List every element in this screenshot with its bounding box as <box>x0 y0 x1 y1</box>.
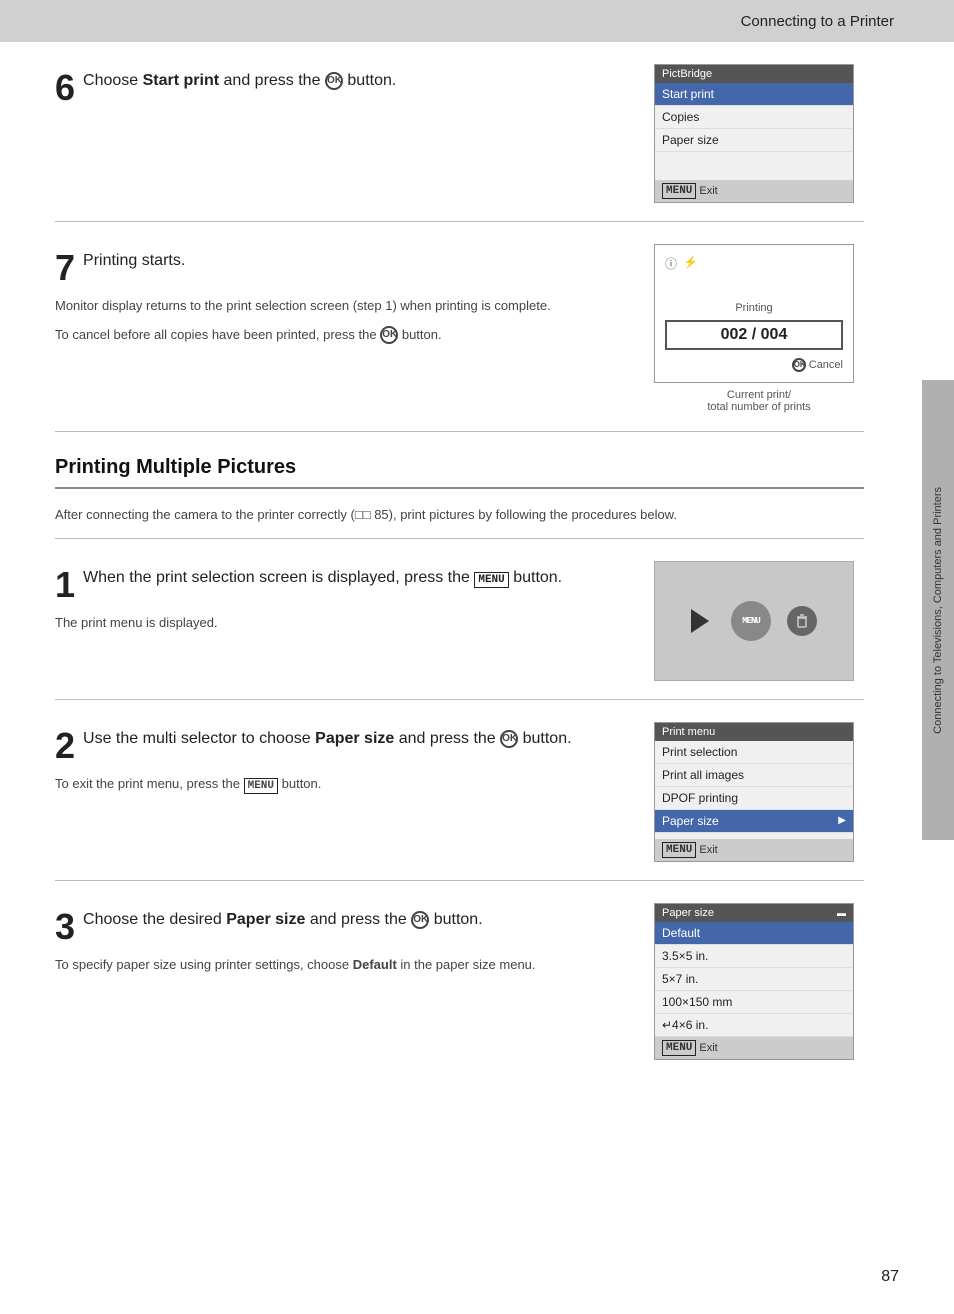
menu-icon-2: MENU <box>662 842 696 858</box>
step-1-number: 1 <box>55 567 75 603</box>
step-6-section: 6 Choose Start print and press the OK bu… <box>55 42 864 222</box>
step-2-number: 2 <box>55 728 75 764</box>
step-3-title: 3 Choose the desired Paper size and pres… <box>55 903 634 945</box>
step-3-left: 3 Choose the desired Paper size and pres… <box>55 903 634 976</box>
ok-icon-step2: OK <box>500 730 518 748</box>
step-1-section: 1 When the print selection screen is dis… <box>55 539 864 700</box>
arrow-icon <box>691 609 709 633</box>
screen-item-paper-size-6: Paper size <box>655 129 853 152</box>
screen-footer-6: MENU Exit <box>655 180 853 202</box>
ok-button-icon: OK <box>325 72 343 90</box>
print-progress-screen: ⓘ ⚡ Printing 002 / 004 OK Cancel <box>654 244 854 383</box>
step-6-title-post: and press the <box>219 72 320 89</box>
trash-icon <box>794 613 810 629</box>
screen-item-print-selection: Print selection <box>655 741 853 764</box>
step-3-right: Paper size ▬ Default 3.5×5 in. 5×7 in. 1… <box>654 903 864 1060</box>
step-7-title: 7 Printing starts. <box>55 244 634 286</box>
step-7-body2: To cancel before all copies have been pr… <box>55 325 634 346</box>
section-heading: Printing Multiple Pictures <box>55 432 864 489</box>
step-6-title-bold: Start print <box>143 72 219 89</box>
section-intro-text: After connecting the camera to the print… <box>55 507 355 522</box>
side-tab: Connecting to Televisions, Computers and… <box>922 380 954 840</box>
menu-text-step1: MENU <box>474 572 508 588</box>
trash-button <box>787 606 817 636</box>
step-2-body: To exit the print menu, press the MENU b… <box>55 774 634 796</box>
step-3-section: 3 Choose the desired Paper size and pres… <box>55 881 864 1078</box>
mini-icon: ▬ <box>837 908 846 918</box>
step-7-number: 7 <box>55 250 75 286</box>
step-2-section: 2 Use the multi selector to choose Paper… <box>55 700 864 881</box>
paper-size-title: Paper size ▬ <box>655 904 853 922</box>
step-6-title: 6 Choose Start print and press the OK bu… <box>55 64 634 106</box>
menu-button: MENU <box>731 601 771 641</box>
print-menu-screen: Print menu Print selection Print all ima… <box>654 722 854 862</box>
step-3-number: 3 <box>55 909 75 945</box>
side-tab-text: Connecting to Televisions, Computers and… <box>932 487 944 734</box>
print-progress-top: ⓘ ⚡ <box>665 255 843 272</box>
print-menu-title: Print menu <box>655 723 853 741</box>
step-6-title-suffix: button. <box>347 72 396 89</box>
screen-item-4x6: ↵4×6 in. <box>655 1014 853 1037</box>
step-6-number: 6 <box>55 70 75 106</box>
step-6-title-pre: Choose <box>83 72 143 89</box>
section-intro: After connecting the camera to the print… <box>55 497 864 539</box>
camera-image-step1: MENU <box>654 561 854 681</box>
page-number: 87 <box>881 1268 899 1286</box>
step-2-left: 2 Use the multi selector to choose Paper… <box>55 722 634 796</box>
screen-footer-2: MENU Exit <box>655 839 853 861</box>
screen-item-copies: Copies <box>655 106 853 129</box>
print-caption: Current print/ total number of prints <box>654 389 864 413</box>
step-1-title-pre: When the print selection screen is displ… <box>83 569 474 586</box>
step-1-title-post: button. <box>509 569 562 586</box>
main-content: 6 Choose Start print and press the OK bu… <box>0 42 954 1138</box>
screen-item-print-all: Print all images <box>655 764 853 787</box>
arrow-right-icon: ▶ <box>838 815 846 826</box>
screen-item-100x150: 100×150 mm <box>655 991 853 1014</box>
step-7-body1: Monitor display returns to the print sel… <box>55 296 634 346</box>
step-2-right: Print menu Print selection Print all ima… <box>654 722 864 862</box>
menu-icon-3: MENU <box>662 1040 696 1056</box>
print-cancel: OK Cancel <box>665 358 843 372</box>
header-bar: Connecting to a Printer <box>0 0 954 42</box>
ok-icon-small: OK <box>792 358 806 372</box>
menu-icon-6: MENU <box>662 183 696 199</box>
screen-item-3x5: 3.5×5 in. <box>655 945 853 968</box>
ok-icon-step3: OK <box>411 911 429 929</box>
step-7-left: 7 Printing starts. Monitor display retur… <box>55 244 634 346</box>
screen-item-dpof: DPOF printing <box>655 787 853 810</box>
menu-text-step2-body: MENU <box>244 778 278 794</box>
step-7-title-text: Printing starts. <box>83 252 185 269</box>
paper-size-screen-wrapper: Paper size ▬ Default 3.5×5 in. 5×7 in. 1… <box>654 903 864 1060</box>
step-6-left: 6 Choose Start print and press the OK bu… <box>55 64 634 106</box>
header-title: Connecting to a Printer <box>741 13 894 30</box>
paper-size-screen: Paper size ▬ Default 3.5×5 in. 5×7 in. 1… <box>654 903 854 1060</box>
pictbridge-title: PictBridge <box>655 65 853 83</box>
step-7-right: ⓘ ⚡ Printing 002 / 004 OK Cancel Current… <box>654 244 864 413</box>
screen-footer-3: MENU Exit <box>655 1037 853 1059</box>
screen-item-5x7: 5×7 in. <box>655 968 853 991</box>
screen-item-paper-size-2: Paper size ▶ <box>655 810 853 833</box>
step-3-body: To specify paper size using printer sett… <box>55 955 634 976</box>
step-6-right: PictBridge Start print Copies Paper size… <box>654 64 864 203</box>
step-1-title: 1 When the print selection screen is dis… <box>55 561 634 603</box>
step-2-title: 2 Use the multi selector to choose Paper… <box>55 722 634 764</box>
pictbridge-screen: PictBridge Start print Copies Paper size… <box>654 64 854 203</box>
screen-item-default: Default <box>655 922 853 945</box>
step-1-left: 1 When the print selection screen is dis… <box>55 561 634 634</box>
ok-icon-cancel: OK <box>380 326 398 344</box>
print-counter: 002 / 004 <box>665 320 843 350</box>
step-1-body: The print menu is displayed. <box>55 613 634 634</box>
step-7-section: 7 Printing starts. Monitor display retur… <box>55 222 864 432</box>
step-1-right: MENU <box>654 561 864 681</box>
screen-item-start-print: Start print <box>655 83 853 106</box>
print-label: Printing <box>665 302 843 314</box>
